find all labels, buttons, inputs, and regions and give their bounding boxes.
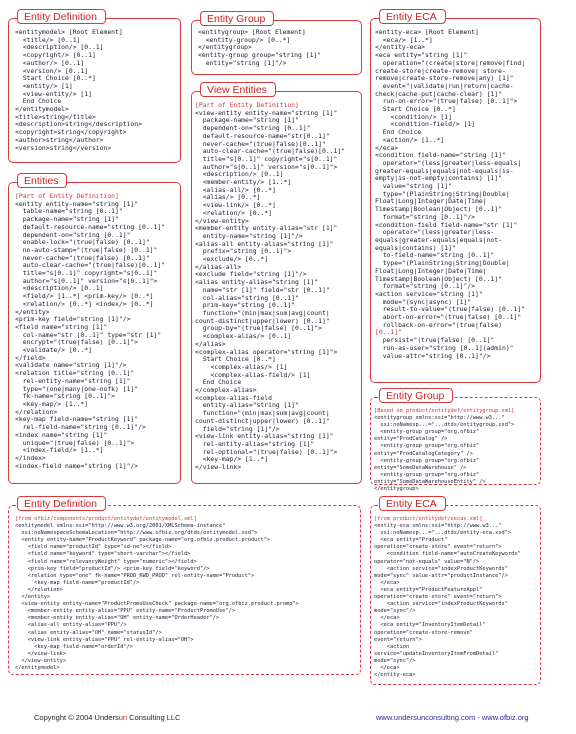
code-line: entity="SomeDataWarehouse" /> [374,464,467,471]
code-line: <condition field-name="autoCreateKeyword… [374,551,521,558]
code-line: </entitymodel> [15,664,60,671]
entity-definition-title: Entity Definition [17,9,106,24]
code-line: </relation> [15,586,63,593]
entity-group-example-panel: Entity Group [Based on product/entitydef… [370,388,541,492]
code-line: mode="sync"/> [374,657,416,664]
entity-eca-example-code: [from product/entitydef/eecas.xml] <entit… [374,516,521,679]
entity-group-code: <entitygroup> [Root Element] <entity-gro… [198,28,321,68]
entity-definition-example-title: Entity Definition [17,496,106,511]
code-line: entity="ProdCatalogCategory" /> [374,450,473,457]
footer-copyright-suffix: Consulting LLC [127,713,181,722]
code-line: <entitygroup xmlns:xsi="http://www.w3...… [374,415,505,422]
code-line: event="return"> [374,636,422,643]
code-line: operation="create-store" event="return"> [374,594,502,601]
entity-eca-example-panel: Entity ECA [from product/entitydef/eecas… [370,496,541,685]
entity-eca-example-title: Entity ECA [379,496,446,511]
code-line: service="updateInventoryItemFromDetail" [374,650,499,657]
code-line: </entity-eca> [374,672,416,679]
entities-panel: Entities [Part of Entity Definition] <ent… [8,173,181,484]
entity-group-title: Entity Group [200,11,275,26]
footer-urls[interactable]: www.undersunconsulting.com - www.ofbiz.o… [376,713,529,722]
entity-definition-code: <entitymodel> [Root Element] <title/> [0… [15,28,142,152]
code-line: <entitymodel xmlns:xsi="http://www.w3.or… [15,523,226,530]
code-line: <entity entity-name="ProductKeyword" pac… [15,537,271,544]
code-line: entity="SomeDataWarehouseEntity" /> [374,478,486,485]
code-line: <view-entity entity-name="ProductPromoUs… [15,601,299,608]
code-line: xsi:noNamesp...="...dtds/entity-eca.xsd"… [374,530,512,537]
code-line: <relation type="one" fk-name="PROD_KWD_P… [15,572,255,579]
code-line: </eca> [374,615,400,622]
code-line: <prim-key field="productId"/> <prim-key … [15,565,210,572]
code-line: </view-link> [195,463,242,472]
code-line: <entity-eca xmlns:xsi="http://www.w3..." [374,523,502,530]
code-line: <alias entity-alias="OH" name="statusId"… [15,629,162,636]
code-line: <eca entity="ProductFeatureAppl" [374,586,483,593]
code-line: xsi:noNamespaceSchemaLocation="http://ww… [15,530,258,537]
code-line: operator="not-equals" value="N"/> [374,558,480,565]
code-line: <eca entity="InventoryItemDetail" [374,622,486,629]
code-line: <key-map field-name="productId"/> [15,579,140,586]
code-line: [Based on product/entitydef/entitygroup.… [374,408,515,414]
entity-group-panel: Entity Group <entitygroup> [Root Element… [191,11,362,75]
code-line: <index-field name="string [1]"/> [15,461,139,470]
entities-code: [Part of Entity Definition] <entity entit… [15,192,165,470]
entities-title: Entities [17,173,68,188]
code-line: <action service="indexProductKeywords" [374,565,508,572]
code-line: </eca> [374,579,400,586]
code-line: [from ofbiz/components/product/entitydef… [15,516,197,522]
entity-eca-panel: Entity ECA <entity-eca> [Root Element] <… [370,9,541,383]
code-line: </entity> [15,594,51,601]
code-line: mode="sync"/> [374,608,416,615]
code-line: <entity-group group="org.ofbiz" [374,471,480,478]
view-entities-title: View Entities [200,82,276,97]
footer-copyright: Copyright © 2004 Undersun Consulting LLC [34,713,180,722]
view-entities-panel: View Entities [Part of Entity Definition… [191,82,362,484]
code-line: value-attr="string [0..1]"/> [375,351,491,360]
code-line: operation="create-store" event="return"> [374,544,502,551]
code-line: <action service="indexProductKeywords" [374,601,508,608]
code-line: <view-link entity-alias="PPU" rel-entity… [15,636,194,643]
entity-definition-example-panel: Entity Definition [from ofbiz/components… [8,496,361,675]
code-line: <entity-group group="org.ofbiz" [374,429,480,436]
code-line: <eca entity="Product" [374,537,448,544]
code-line: <field name="productId" type="id-ne"></f… [15,544,172,551]
code-line: </view-entity> [15,657,67,664]
view-entities-code: [Part of Entity Definition] <view-entity … [195,101,345,472]
code-line: <version>string</version> [15,143,112,152]
code-line: xsi:noNamesp...="...dtds/entitygroup.xsd… [374,422,515,429]
code-line: [from product/entitydef/eecas.xml] [374,516,483,522]
code-line: mode="sync" value-attr="productInstance"… [374,572,508,579]
code-line: <alias-all entity-alias="PPU"/> [15,622,127,629]
code-line: </entitygroup> [374,486,419,493]
code-line: <member-entity entity-alias="OH" entity-… [15,615,220,622]
code-line: <member-entity entity-alias="PPU" entity… [15,608,236,615]
code-line: <key-map field-name="orderId"/> [15,643,133,650]
footer-copyright-prefix: Copyright © 2004 Unders [34,713,119,722]
code-line: operation="create-store-remove" [374,629,473,636]
footer-copyright-accent: un [118,713,128,722]
entity-group-example-code: [Based on product/entitydef/entitygroup.… [374,408,514,493]
code-line: entity="string [1]"/> [198,58,287,67]
entity-definition-example-code: [from ofbiz/components/product/entitydef… [15,516,299,672]
code-line: <field name="relevancyWeight" type="nume… [15,558,197,565]
entity-eca-code: <entity-eca> [Root Element] <eca/> [1..*… [375,28,525,360]
code-line: <entity-group group="org.ofbiz" [374,443,480,450]
code-line: <field name="keyword" type="short-varcha… [15,551,191,558]
code-line: </view-link> [15,650,67,657]
code-line: <entity-group group="org.ofbiz" [374,457,480,464]
entity-group-example-title: Entity Group [379,388,454,403]
code-line: <action [374,643,410,650]
code-line: </eca> [374,664,400,671]
entity-eca-title: Entity ECA [379,9,446,24]
entity-definition-panel: Entity Definition <entitymodel> [Root El… [8,9,181,163]
code-line: entity="ProdCatalog" /> [374,436,448,443]
